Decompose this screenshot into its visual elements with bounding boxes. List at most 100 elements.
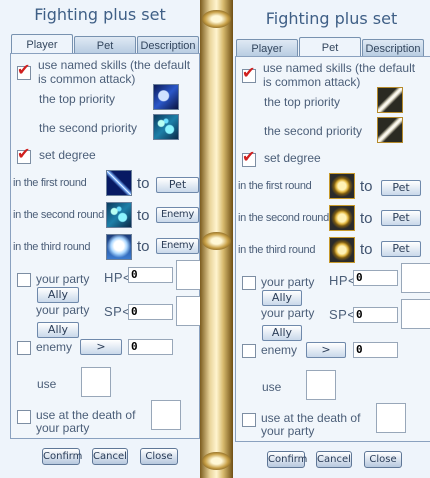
party-hp-input[interactable]: 0 — [128, 267, 173, 283]
checkmark-icon: ✔ — [242, 149, 256, 166]
cancel-button[interactable]: Cancel — [316, 451, 352, 468]
second-priority-label: the second priority — [39, 121, 138, 135]
death-checkbox[interactable] — [17, 410, 31, 424]
first-round-label: in the first round — [13, 177, 87, 189]
left-dialog: Fighting plus set Player Pet Description… — [0, 0, 200, 478]
confirm-button[interactable]: Confirm — [267, 451, 307, 468]
checkmark-icon: ✔ — [242, 65, 256, 82]
party-hp-checkbox[interactable] — [242, 276, 256, 290]
enemy-input[interactable]: 0 — [128, 339, 173, 355]
party-sp-ally-button[interactable]: Ally — [262, 325, 302, 341]
ornamental-divider — [200, 0, 233, 478]
second-round-target-button[interactable]: Pet — [381, 210, 421, 226]
enemy-checkbox[interactable] — [17, 341, 31, 355]
third-round-target-button[interactable]: Pet — [381, 241, 421, 257]
second-priority-label: the second priority — [264, 124, 363, 138]
tab-pet[interactable]: Pet — [74, 36, 136, 54]
party-hp-skill-slot[interactable] — [176, 260, 200, 290]
use-label: use — [37, 377, 57, 391]
death-label-2: your party — [261, 424, 315, 438]
death-skill-slot[interactable] — [376, 403, 406, 433]
party-hp-ally-button[interactable]: Ally — [37, 287, 79, 303]
cancel-button[interactable]: Cancel — [92, 448, 128, 465]
second-round-target-button[interactable]: Enemy — [156, 207, 199, 223]
first-round-target-button[interactable]: Pet — [381, 180, 421, 196]
right-dialog: Fighting plus set Player Pet Description… — [233, 0, 430, 478]
party-hp-label: your party — [261, 275, 315, 289]
use-named-skills-checkbox[interactable]: ✔ — [17, 62, 31, 80]
dialog-title: Fighting plus set — [265, 9, 398, 28]
enemy-select-button[interactable]: > — [306, 342, 346, 358]
death-checkbox[interactable] — [242, 413, 256, 427]
slash-skill-icon[interactable] — [106, 170, 132, 196]
death-label: use at the death of — [36, 408, 136, 422]
top-priority-label: the top priority — [264, 95, 341, 109]
use-skill-slot[interactable] — [81, 367, 111, 397]
enemy-label: enemy — [36, 340, 73, 354]
sword-skill-icon[interactable] — [377, 117, 403, 143]
tab-pet[interactable]: Pet — [299, 37, 361, 57]
moon-skill-icon[interactable] — [153, 84, 179, 110]
enemy-input[interactable]: 0 — [353, 342, 398, 358]
third-round-target-button[interactable]: Enemy — [156, 238, 199, 254]
party-hp-label: your party — [36, 272, 90, 286]
to-label: to — [137, 175, 150, 192]
tab-player[interactable]: Player — [236, 39, 298, 57]
close-button[interactable]: Close — [140, 448, 178, 465]
party-sp-ally-button[interactable]: Ally — [37, 322, 79, 338]
set-degree-checkbox[interactable]: ✔ — [242, 149, 256, 167]
death-skill-slot[interactable] — [151, 400, 181, 430]
to-label: to — [137, 238, 150, 255]
shield-skill-icon[interactable] — [329, 173, 355, 199]
second-round-label: in the second round — [238, 212, 329, 224]
close-button[interactable]: Close — [364, 451, 402, 468]
party-hp-checkbox[interactable] — [17, 273, 31, 287]
checkmark-icon: ✔ — [17, 62, 31, 79]
use-skill-slot[interactable] — [306, 370, 336, 400]
party-hp-ally-button[interactable]: Ally — [262, 290, 302, 306]
use-named-skills-label-2: is common attack) — [263, 75, 361, 89]
third-round-label: in the third round — [238, 244, 316, 256]
party-hp-skill-slot[interactable] — [401, 263, 430, 293]
party-sp-skill-slot[interactable] — [401, 299, 430, 329]
tab-description[interactable]: Description — [362, 39, 424, 57]
to-label: to — [360, 178, 373, 195]
use-named-skills-label: use named skills (the default — [263, 61, 416, 75]
enemy-select-button[interactable]: > — [80, 339, 122, 355]
set-degree-checkbox[interactable]: ✔ — [17, 146, 31, 164]
shield-skill-icon[interactable] — [329, 205, 355, 231]
enemy-label: enemy — [261, 343, 298, 357]
first-round-label: in the first round — [238, 180, 312, 192]
to-label: to — [360, 210, 373, 227]
sword-skill-icon[interactable] — [377, 87, 403, 113]
death-label: use at the death of — [261, 411, 361, 425]
shield-skill-icon[interactable] — [329, 237, 355, 263]
checkmark-icon: ✔ — [17, 146, 31, 163]
party-sp-label: your party — [36, 303, 90, 317]
bubble-skill-icon[interactable] — [106, 202, 132, 228]
ornament-icon — [202, 232, 231, 250]
set-degree-label: set degree — [39, 148, 96, 162]
party-sp-input[interactable]: 0 — [128, 304, 173, 320]
angel-skill-icon[interactable] — [106, 234, 132, 260]
use-named-skills-label: use named skills (the default — [38, 58, 191, 72]
enemy-checkbox[interactable] — [242, 344, 256, 358]
party-sp-skill-slot[interactable] — [176, 296, 200, 326]
tab-description[interactable]: Description — [137, 36, 199, 54]
top-priority-label: the top priority — [39, 92, 116, 106]
ornament-icon — [202, 452, 231, 470]
set-degree-label: set degree — [264, 151, 321, 165]
first-round-target-button[interactable]: Pet — [156, 177, 199, 193]
party-sp-input[interactable]: 0 — [353, 307, 398, 323]
second-round-label: in the second round — [13, 209, 104, 221]
bubble-skill-icon[interactable] — [153, 114, 179, 140]
use-label: use — [262, 380, 282, 394]
third-round-label: in the third round — [13, 241, 91, 253]
tab-player[interactable]: Player — [11, 34, 73, 54]
use-named-skills-checkbox[interactable]: ✔ — [242, 65, 256, 83]
to-label: to — [137, 207, 150, 224]
confirm-button[interactable]: Confirm — [42, 448, 82, 465]
party-hp-input[interactable]: 0 — [353, 270, 398, 286]
to-label: to — [360, 241, 373, 258]
party-sp-label: your party — [261, 306, 315, 320]
